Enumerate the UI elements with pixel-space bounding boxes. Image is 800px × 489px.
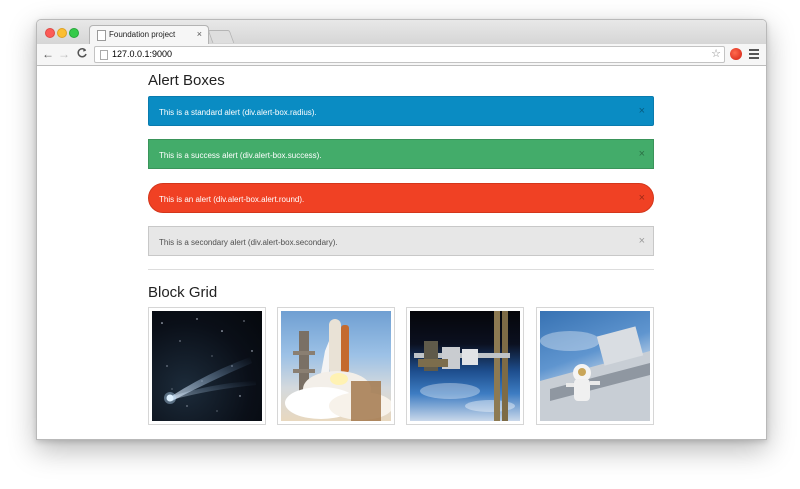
page-content: Alert Boxes This is a standard alert (di… [37, 66, 766, 439]
alert-message: This is a secondary alert (div.alert-box… [159, 238, 338, 247]
back-arrow-icon[interactable]: ← [41, 47, 55, 61]
alert-boxes-heading: Alert Boxes [148, 72, 225, 89]
shuttle-launch-image [281, 311, 391, 421]
tab-strip: Foundation project × [37, 20, 766, 45]
alert-message: This is an alert (div.alert-box.alert.ro… [159, 195, 305, 204]
close-icon[interactable]: × [639, 106, 645, 117]
block-grid-heading: Block Grid [148, 284, 218, 301]
standard-alert: This is a standard alert (div.alert-box.… [148, 96, 654, 126]
space-station-image [410, 311, 520, 421]
reload-glyph [77, 48, 87, 58]
section-divider [148, 269, 654, 270]
zoom-window-button[interactable] [69, 28, 79, 38]
page-icon [100, 50, 108, 60]
comet-thumbnail[interactable] [148, 307, 266, 425]
extension-icon[interactable] [730, 48, 742, 60]
new-tab-button[interactable] [207, 30, 235, 43]
close-window-button[interactable] [45, 28, 55, 38]
comet-illustration [161, 318, 256, 412]
round-alert: This is an alert (div.alert-box.alert.ro… [148, 183, 654, 213]
browser-toolbar: ← → 127.0.0.1:9000 ☆ [37, 44, 766, 66]
reload-icon[interactable] [75, 47, 89, 61]
shuttle-illustration [285, 319, 391, 421]
close-icon[interactable]: × [639, 236, 645, 247]
forward-arrow-icon[interactable]: → [57, 47, 71, 61]
tab-title: Foundation project [109, 30, 176, 39]
close-icon[interactable]: × [639, 149, 645, 160]
success-alert: This is a success alert (div.alert-box.s… [148, 139, 654, 169]
tab-close-icon[interactable]: × [197, 29, 202, 39]
astronaut-spacewalk-image [540, 311, 650, 421]
address-bar[interactable]: 127.0.0.1:9000 ☆ [94, 46, 725, 63]
bookmark-star-icon[interactable]: ☆ [711, 47, 721, 60]
minimize-window-button[interactable] [57, 28, 67, 38]
space-station-illustration [414, 311, 515, 421]
close-icon[interactable]: × [639, 193, 645, 204]
browser-window: Foundation project × ← → 127.0.0.1:9000 … [36, 19, 767, 440]
space-station-thumbnail[interactable] [406, 307, 524, 425]
spacewalk-illustration [540, 326, 650, 421]
page-icon [97, 30, 106, 41]
tab-foundation-project[interactable]: Foundation project × [89, 25, 209, 45]
url-text: 127.0.0.1:9000 [112, 49, 173, 59]
secondary-alert: This is a secondary alert (div.alert-box… [148, 226, 654, 256]
menu-icon[interactable] [749, 49, 759, 59]
comet-image [152, 311, 262, 421]
alert-message: This is a success alert (div.alert-box.s… [159, 151, 322, 160]
astronaut-spacewalk-thumbnail[interactable] [536, 307, 654, 425]
alert-message: This is a standard alert (div.alert-box.… [159, 108, 317, 117]
shuttle-launch-thumbnail[interactable] [277, 307, 395, 425]
